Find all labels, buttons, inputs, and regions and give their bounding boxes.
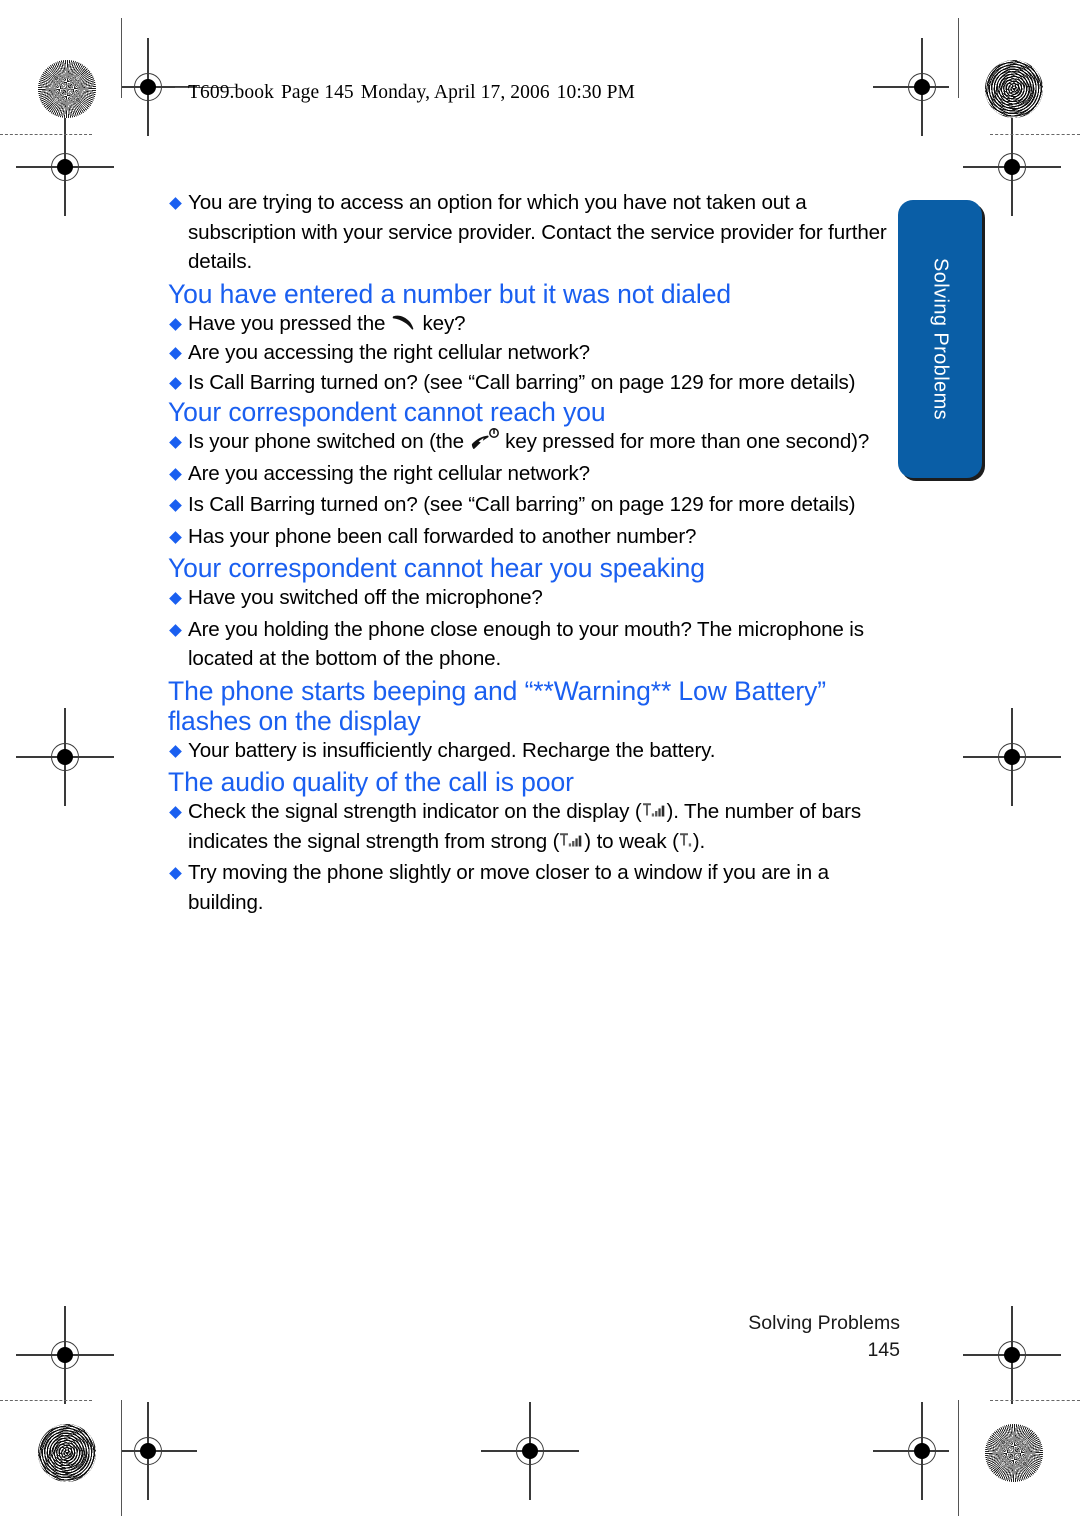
signal-strength-strong-icon <box>559 830 584 849</box>
list-item: Your battery is insufficiently charged. … <box>168 736 892 766</box>
list-item: Try moving the phone slightly or move cl… <box>168 858 892 917</box>
file-header-time: 10:30 PM <box>556 82 635 103</box>
list-item-text-after: key? <box>416 311 466 335</box>
bullet-list-cannot-hear-you: Have you switched off the microphone? Ar… <box>168 583 892 674</box>
file-header-book: T609.book <box>188 82 274 103</box>
intro-bullet-list: You are trying to access an option for w… <box>168 188 892 277</box>
list-item: Is Call Barring turned on? (see “Call ba… <box>168 368 892 398</box>
list-item: Is your phone switched on (the key press… <box>168 427 892 457</box>
bullet-list-audio-quality-poor: Check the signal strength indicator on t… <box>168 797 892 917</box>
footer-page-number: 145 <box>867 1339 900 1361</box>
list-item: Is Call Barring turned on? (see “Call ba… <box>168 490 892 520</box>
bullet-list-correspondent-cannot-reach: Is your phone switched on (the key press… <box>168 427 892 551</box>
section-heading-low-battery-warning: The phone starts beeping and “**Warning*… <box>168 675 826 736</box>
list-item: Have you pressed the key? <box>168 309 892 339</box>
list-item-text-after: ). <box>692 829 706 853</box>
section-heading-audio-quality-poor: The audio quality of the call is poor <box>168 767 574 797</box>
list-item-text-mid2: ) to weak ( <box>584 829 679 853</box>
list-item: Has your phone been call forwarded to an… <box>168 522 892 552</box>
page-content: You are trying to access an option for w… <box>168 188 892 919</box>
crosshair-mark-top-right <box>873 38 949 136</box>
trim-line-left-vertical <box>121 18 123 98</box>
rosette-registration-mark-top-left <box>38 60 96 118</box>
section-heading-correspondent-cannot-reach: Your correspondent cannot reach you <box>168 397 606 427</box>
trim-dash-line-bottom-right <box>990 1400 1080 1401</box>
signal-strength-icon <box>642 800 667 819</box>
crosshair-mark-bottom-center <box>481 1402 579 1500</box>
end-power-key-icon <box>470 428 500 450</box>
chapter-side-tab-label: Solving Problems <box>929 257 952 421</box>
rosette-registration-mark-bottom-right <box>985 1424 1043 1482</box>
crosshair-mark-bottom-right <box>873 1402 949 1500</box>
list-item: Are you accessing the right cellular net… <box>168 338 892 368</box>
crosshair-mark-bottom-left <box>121 1402 197 1500</box>
trim-dash-line-top-left <box>0 134 92 135</box>
file-header: T609.book Page 145 Monday, April 17, 2006 1… <box>188 82 635 104</box>
signal-strength-weak-icon <box>679 830 693 849</box>
trim-dash-line-bottom-left <box>0 1400 92 1401</box>
footer-chapter: Solving Problems <box>748 1312 900 1334</box>
list-item-text: Check the signal strength indicator on t… <box>188 800 642 823</box>
section-heading-cannot-hear-you: Your correspondent cannot hear you speak… <box>168 553 705 583</box>
trim-line-left-vertical-bottom <box>121 1400 123 1516</box>
list-item: Are you accessing the right cellular net… <box>168 459 892 489</box>
trim-dash-line-top-right <box>990 134 1080 135</box>
moire-registration-mark-top-right <box>985 60 1043 118</box>
bullet-list-number-not-dialed: Have you pressed the key? Are you access… <box>168 309 892 398</box>
trim-line-right-vertical <box>958 18 960 98</box>
list-item: You are trying to access an option for w… <box>168 188 892 277</box>
trim-line-right-vertical-bottom <box>958 1400 960 1516</box>
crosshair-mark-right-lower <box>963 1306 1061 1404</box>
list-item: Check the signal strength indicator on t… <box>168 797 892 856</box>
crosshair-mark-right-upper <box>963 118 1061 216</box>
page-footer: Solving Problems 145 <box>0 1310 900 1364</box>
list-item-text: Have you pressed the <box>188 311 391 335</box>
bullet-list-low-battery-warning: Your battery is insufficiently charged. … <box>168 736 892 766</box>
list-item: Have you switched off the microphone? <box>168 583 892 613</box>
crosshair-mark-left-middle <box>16 708 114 806</box>
moire-registration-mark-bottom-left <box>38 1424 96 1482</box>
list-item: Are you holding the phone close enough t… <box>168 615 892 674</box>
list-item-text: Is your phone switched on (the <box>188 430 470 453</box>
call-key-icon <box>391 311 417 331</box>
crosshair-mark-right-middle <box>963 708 1061 806</box>
list-item-text-after: key pressed for more than one second)? <box>499 430 870 453</box>
section-heading-number-not-dialed: You have entered a number but it was not… <box>168 278 731 309</box>
crosshair-mark-left-upper <box>16 118 114 216</box>
chapter-side-tab: Solving Problems <box>898 200 982 478</box>
crosshair-mark-top-left <box>121 38 197 136</box>
file-header-page: Page 145 <box>280 82 354 103</box>
file-header-date: Monday, April 17, 2006 <box>360 82 550 103</box>
